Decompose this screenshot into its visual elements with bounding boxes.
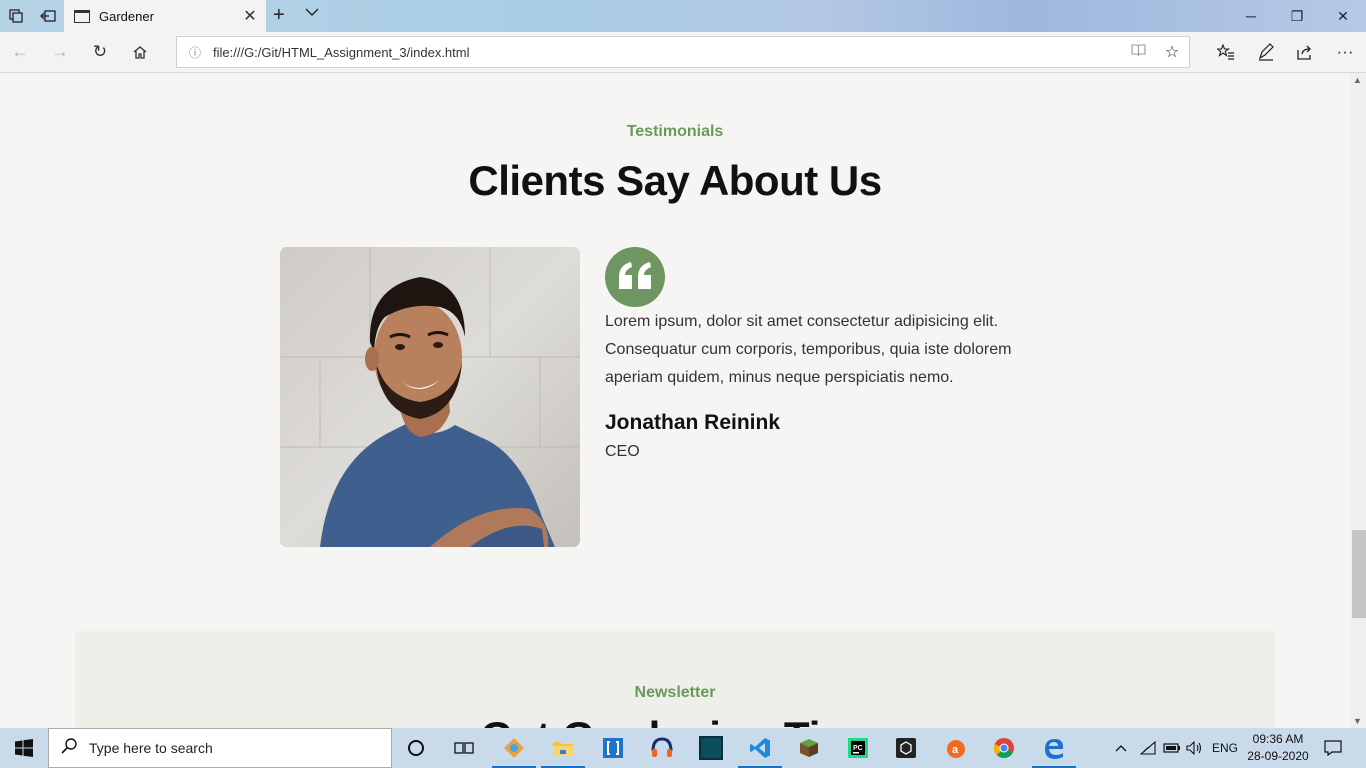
- taskbar-search[interactable]: Type here to search: [48, 728, 392, 768]
- svg-text:PC: PC: [853, 745, 863, 752]
- svg-text:a: a: [952, 744, 959, 756]
- minimize-icon[interactable]: ─: [1228, 0, 1274, 32]
- client-name: Jonathan Reinink: [605, 411, 781, 434]
- tab-gardener[interactable]: Gardener ✕: [64, 0, 266, 32]
- favorites-hub-icon[interactable]: [1213, 40, 1239, 64]
- scroll-down-icon[interactable]: ▼: [1353, 716, 1362, 726]
- brackets-icon[interactable]: [589, 728, 637, 768]
- site-info-icon[interactable]: ⓘ: [177, 44, 213, 61]
- clock-time: 09:36 AM: [1252, 732, 1304, 746]
- system-clock[interactable]: 09:36 AM 28-09-2020: [1240, 731, 1316, 765]
- scrollbar-thumb[interactable]: [1352, 530, 1366, 618]
- avast-icon[interactable]: a: [931, 728, 979, 768]
- browser-tab-bar: Gardener ✕ + ─ ❐ ✕: [0, 0, 1366, 32]
- network-icon[interactable]: [1140, 728, 1156, 768]
- show-hidden-icons[interactable]: [1115, 728, 1127, 768]
- chrome-icon[interactable]: [980, 728, 1028, 768]
- newsletter-title: Get Gardening Tips: [75, 713, 1275, 728]
- tab-preview-chevron-icon[interactable]: [305, 6, 319, 20]
- page-icon: [74, 9, 90, 23]
- address-bar[interactable]: ⓘ file:///G:/Git/HTML_Assignment_3/index…: [176, 36, 1190, 68]
- testimonial-quote: Lorem ipsum, dolor sit amet consectetur …: [605, 313, 1012, 386]
- home-icon[interactable]: [127, 40, 153, 64]
- newsletter-eyebrow: Newsletter: [634, 684, 716, 701]
- url-text[interactable]: file:///G:/Git/HTML_Assignment_3/index.h…: [213, 45, 1121, 60]
- pycharm-icon[interactable]: PC: [834, 728, 882, 768]
- quote-icon: [605, 247, 665, 307]
- vscode-icon[interactable]: [736, 728, 784, 768]
- tab-title: Gardener: [99, 8, 154, 24]
- new-tab-icon[interactable]: +: [273, 4, 285, 27]
- windows-start-icon[interactable]: [0, 728, 48, 768]
- battery-icon[interactable]: [1163, 728, 1181, 768]
- audacity-icon[interactable]: [638, 728, 686, 768]
- restore-icon[interactable]: ❐: [1274, 0, 1320, 32]
- page-scrollbar[interactable]: ▲ ▼: [1350, 73, 1366, 728]
- volume-icon[interactable]: [1186, 728, 1204, 768]
- testimonials-title: Clients Say About Us: [468, 157, 882, 204]
- page-viewport: Testimonials Clients Say About Us Lorem …: [0, 73, 1350, 728]
- notifications-icon[interactable]: [1324, 728, 1342, 768]
- client-role: CEO: [605, 443, 640, 460]
- forward-icon[interactable]: →: [47, 40, 73, 64]
- back-icon[interactable]: ←: [7, 40, 33, 64]
- input-language[interactable]: ENG: [1212, 728, 1238, 768]
- web-note-icon[interactable]: [1253, 40, 1279, 64]
- close-window-icon[interactable]: ✕: [1320, 0, 1366, 32]
- close-tab-icon[interactable]: ✕: [234, 6, 266, 26]
- git-kraken-icon[interactable]: [490, 728, 538, 768]
- minecraft-icon[interactable]: [785, 728, 833, 768]
- windows-taskbar: Type here to search PC a ENG 09:36 AM 28…: [0, 728, 1366, 768]
- search-placeholder: Type here to search: [89, 740, 213, 756]
- cortana-icon[interactable]: [392, 728, 440, 768]
- refresh-icon[interactable]: ↻: [87, 40, 113, 64]
- search-icon: [49, 738, 89, 758]
- task-view-icon[interactable]: [440, 728, 488, 768]
- browser-nav-bar: ← → ↻ ⓘ file:///G:/Git/HTML_Assignment_3…: [0, 32, 1366, 73]
- newsletter-section: Newsletter Get Gardening Tips: [75, 631, 1275, 728]
- scroll-up-icon[interactable]: ▲: [1353, 75, 1362, 85]
- reading-view-icon[interactable]: [1121, 43, 1155, 62]
- favorite-star-icon[interactable]: ☆: [1155, 42, 1189, 62]
- set-tabs-aside-icon[interactable]: [38, 6, 58, 26]
- tab-manager-icon[interactable]: [6, 6, 26, 26]
- edge-icon[interactable]: [1030, 728, 1078, 768]
- more-options-icon[interactable]: ···: [1332, 40, 1358, 64]
- dark-app-icon[interactable]: [687, 728, 735, 768]
- share-icon[interactable]: [1292, 40, 1318, 64]
- client-photo: [280, 247, 580, 547]
- clock-date: 28-09-2020: [1247, 749, 1309, 763]
- testimonials-eyebrow: Testimonials: [626, 123, 724, 140]
- file-explorer-icon[interactable]: [539, 728, 587, 768]
- unity-icon[interactable]: [882, 728, 930, 768]
